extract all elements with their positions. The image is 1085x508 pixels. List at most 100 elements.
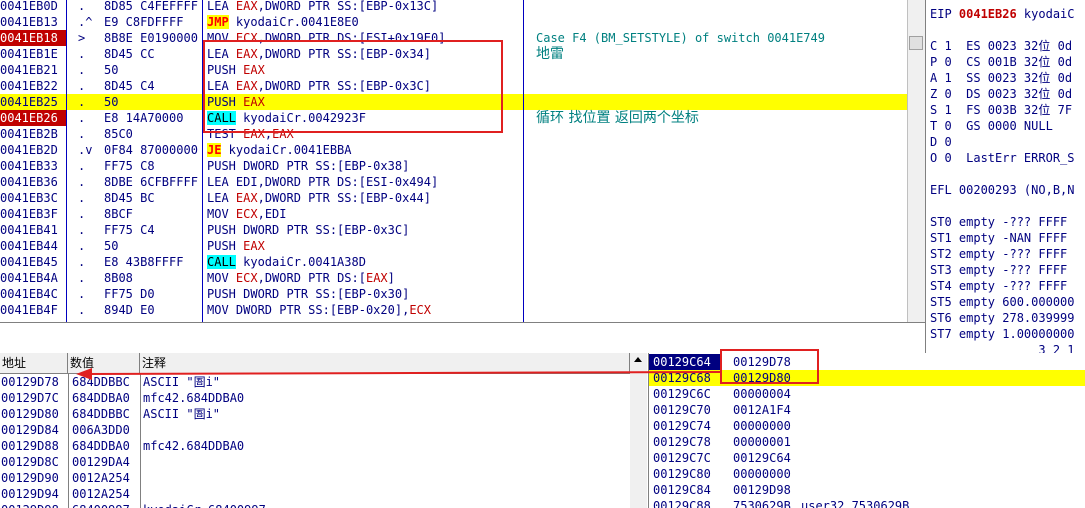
disasm-row[interactable]: 0041EB4F. 894D E0 MOV DWORD PTR SS:[EBP-0x… <box>0 302 907 318</box>
disasm-instruction[interactable]: LEA EAX,DWORD PTR SS:[EBP-0x34] <box>207 46 431 62</box>
register-row[interactable]: ST1 empty -NAN FFFF <box>930 230 1085 246</box>
disasm-instruction[interactable]: JE kyodaiCr.0041EBBA <box>207 142 352 158</box>
stack-value[interactable]: 00000004 <box>733 386 791 402</box>
stack-value[interactable]: 00000000 <box>733 466 791 482</box>
disasm-scroll-thumb[interactable] <box>909 36 923 50</box>
disasm-address[interactable]: 0041EB18 <box>0 30 66 46</box>
disasm-address[interactable]: 0041EB22 <box>0 78 66 94</box>
stack-value[interactable]: 00129D78 <box>733 354 791 370</box>
stack-row[interactable]: 00129C70 0012A1F4 <box>649 402 1085 418</box>
disasm-instruction[interactable]: PUSH EAX <box>207 238 265 254</box>
disasm-instruction[interactable]: LEA EAX,DWORD PTR SS:[EBP-0x3C] <box>207 78 431 94</box>
register-row[interactable]: Z 0 DS 0023 32位 0d <box>930 86 1085 102</box>
register-row[interactable]: ST4 empty -??? FFFF <box>930 278 1085 294</box>
stack-row[interactable]: 00129C84 00129D98 <box>649 482 1085 498</box>
disasm-row[interactable]: 0041EB2B. 85C0 TEST EAX,EAX <box>0 126 907 142</box>
disasm-instruction[interactable]: PUSH EAX <box>207 94 265 110</box>
dump-row[interactable]: 00129D84 006A3DD0 <box>0 422 630 438</box>
dump-header-value[interactable]: 数值 <box>68 353 140 373</box>
stack-value[interactable]: 7530629B <box>733 498 791 508</box>
stack-row[interactable]: 00129C7C 00129C64 <box>649 450 1085 466</box>
disasm-row[interactable]: 0041EB0D. 8D85 C4FEFFFF LEA EAX,DWORD PTR … <box>0 0 907 14</box>
disasm-address[interactable]: 0041EB2B <box>0 126 66 142</box>
register-row[interactable]: EIP 0041EB26 kyodaiC <box>930 6 1085 22</box>
dump-address[interactable]: 00129D7C <box>1 390 59 406</box>
dump-row[interactable]: 00129D94 0012A254 <box>0 486 630 502</box>
disasm-instruction[interactable]: PUSH EAX <box>207 62 265 78</box>
disasm-row[interactable]: 0041EB22. 8D45 C4 LEA EAX,DWORD PTR SS:[EB… <box>0 78 907 94</box>
disasm-address[interactable]: 0041EB13 <box>0 14 66 30</box>
stack-row[interactable]: 00129C80 00000000 <box>649 466 1085 482</box>
stack-pane[interactable]: 00129C64 00129D78 00129C68 00129D80 00129C6C… <box>648 353 1085 508</box>
disasm-row[interactable]: 0041EB2D .v 0F84 87000000 JE kyodaiCr.0041E… <box>0 142 907 158</box>
stack-address[interactable]: 00129C7C <box>653 450 711 466</box>
dump-value[interactable]: 0012A254 <box>72 470 130 486</box>
register-row[interactable]: O 0 LastErr ERROR_S <box>930 150 1085 166</box>
dump-scroll-up-icon[interactable] <box>634 357 642 362</box>
disasm-instruction[interactable]: PUSH DWORD PTR SS:[EBP-0x38] <box>207 158 409 174</box>
register-row[interactable]: EFL 00200293 (NO,B,N <box>930 182 1085 198</box>
stack-address[interactable]: 00129C64 <box>649 354 721 370</box>
register-row[interactable]: ST3 empty -??? FFFF <box>930 262 1085 278</box>
register-row[interactable]: C 1 ES 0023 32位 0d <box>930 38 1085 54</box>
disasm-instruction[interactable]: JMP kyodaiCr.0041E8E0 <box>207 14 359 30</box>
disasm-address[interactable]: 0041EB0D <box>0 0 66 14</box>
stack-row[interactable]: 00129C74 00000000 <box>649 418 1085 434</box>
dump-value[interactable]: 68400997 <box>72 502 130 508</box>
disasm-address[interactable]: 0041EB44 <box>0 238 66 254</box>
stack-value[interactable]: 00000000 <box>733 418 791 434</box>
disasm-row[interactable]: 0041EB25. 50 PUSH EAX <box>0 94 907 110</box>
stack-address[interactable]: 00129C68 <box>653 370 711 386</box>
disasm-row[interactable]: 0041EB41. FF75 C4 PUSH DWORD PTR SS:[EBP-0… <box>0 222 907 238</box>
disasm-instruction[interactable]: PUSH DWORD PTR SS:[EBP-0x30] <box>207 286 409 302</box>
disasm-row[interactable]: 0041EB3F. 8BCF MOV ECX,EDI <box>0 206 907 222</box>
disasm-address[interactable]: 0041EB41 <box>0 222 66 238</box>
register-row[interactable]: 3 2 1 <box>930 342 1085 353</box>
register-row[interactable]: ST5 empty 600.000000 <box>930 294 1085 310</box>
stack-address[interactable]: 00129C80 <box>653 466 711 482</box>
disasm-address[interactable]: 0041EB33 <box>0 158 66 174</box>
dump-row[interactable]: 00129D8C 00129DA4 <box>0 454 630 470</box>
register-row[interactable]: ST6 empty 278.039999 <box>930 310 1085 326</box>
dump-value[interactable]: 00129DA4 <box>72 454 130 470</box>
disasm-row[interactable]: 0041EB44. 50 PUSH EAX <box>0 238 907 254</box>
dump-value[interactable]: 684DDBBC <box>72 406 130 422</box>
pane-divider[interactable] <box>0 322 925 354</box>
dump-scrollbar[interactable] <box>630 353 647 508</box>
dump-address[interactable]: 00129D88 <box>1 438 59 454</box>
register-row[interactable]: ST0 empty -??? FFFF <box>930 214 1085 230</box>
register-row[interactable]: P 0 CS 001B 32位 0d <box>930 54 1085 70</box>
register-row[interactable]: D 0 <box>930 134 1085 150</box>
disasm-address[interactable]: 0041EB21 <box>0 62 66 78</box>
dump-row[interactable]: 00129D98 68400997 kyodaiCr.68400997 <box>0 502 630 508</box>
stack-address[interactable]: 00129C78 <box>653 434 711 450</box>
register-row[interactable]: A 1 SS 0023 32位 0d <box>930 70 1085 86</box>
register-row[interactable]: ST7 empty 1.00000000 <box>930 326 1085 342</box>
stack-row[interactable]: 00129C64 00129D78 <box>649 354 1085 370</box>
stack-address[interactable]: 00129C70 <box>653 402 711 418</box>
stack-row[interactable]: 00129C6C 00000004 <box>649 386 1085 402</box>
disassembly-pane[interactable]: 0041EB0D. 8D85 C4FEFFFF LEA EAX,DWORD PTR … <box>0 0 907 322</box>
disasm-row[interactable]: 0041EB33. FF75 C8 PUSH DWORD PTR SS:[EBP-0… <box>0 158 907 174</box>
dump-row[interactable]: 00129D88 684DDBA0 mfc42.684DDBA0 <box>0 438 630 454</box>
disasm-address[interactable]: 0041EB2D <box>0 142 66 158</box>
stack-row[interactable]: 00129C68 00129D80 <box>649 370 1085 386</box>
disasm-row[interactable]: 0041EB13 .^ E9 C8FDFFFF JMP kyodaiCr.0041E8… <box>0 14 907 30</box>
dump-row[interactable]: 00129D7C 684DDBA0 mfc42.684DDBA0 <box>0 390 630 406</box>
dump-address[interactable]: 00129D90 <box>1 470 59 486</box>
disasm-row[interactable]: 0041EB21. 50 PUSH EAX <box>0 62 907 78</box>
register-row[interactable] <box>930 198 1085 214</box>
stack-row[interactable]: 00129C88 7530629B user32.7530629B <box>649 498 1085 508</box>
dump-value[interactable]: 684DDBA0 <box>72 390 130 406</box>
disasm-row[interactable]: 0041EB45. E8 43B8FFFF CALL kyodaiCr.0041A3… <box>0 254 907 270</box>
disasm-instruction[interactable]: LEA EAX,DWORD PTR SS:[EBP-0x44] <box>207 190 431 206</box>
dump-address[interactable]: 00129D94 <box>1 486 59 502</box>
dump-row[interactable]: 00129D90 0012A254 <box>0 470 630 486</box>
dump-address[interactable]: 00129D84 <box>1 422 59 438</box>
disasm-scrollbar[interactable] <box>907 0 925 322</box>
disasm-row[interactable]: 0041EB4A. 8B08 MOV ECX,DWORD PTR DS:[EAX] <box>0 270 907 286</box>
dump-address[interactable]: 00129D8C <box>1 454 59 470</box>
stack-address[interactable]: 00129C88 <box>653 498 711 508</box>
dump-header-comment[interactable]: 注释 <box>140 353 630 373</box>
disasm-address[interactable]: 0041EB3C <box>0 190 66 206</box>
